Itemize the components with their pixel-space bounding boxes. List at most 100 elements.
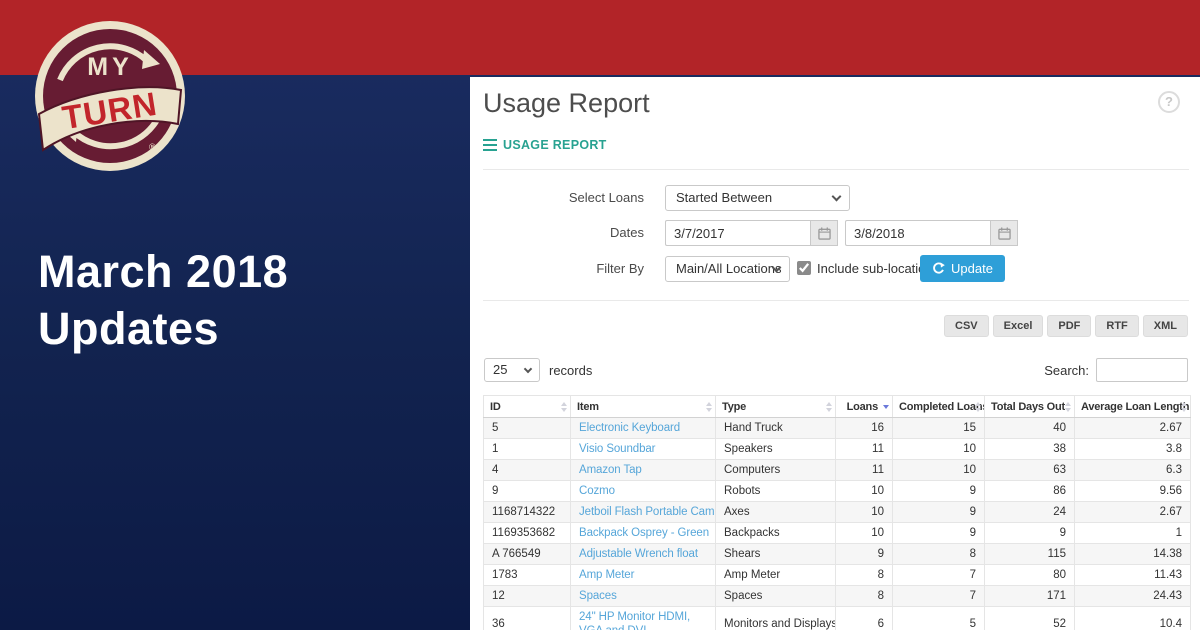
list-icon [483,139,497,151]
start-date-calendar-button[interactable] [810,220,838,246]
export-xml-button[interactable]: XML [1143,315,1188,337]
cell-id: A 766549 [484,544,571,565]
table-row: 4 Amazon Tap Computers 11 10 63 6.3 [484,460,1191,481]
filter-by-value: Main/All Locations [676,261,782,276]
cell-type: Monitors and Displays [716,607,836,630]
cell-loans: 8 [836,586,893,607]
cell-completed: 9 [893,481,985,502]
cell-loans: 6 [836,607,893,630]
usage-table: ID Item Type Loans Completed Loans Total… [483,395,1191,630]
cell-item: Adjustable Wrench float [571,544,716,565]
col-header-loans[interactable]: Loans [836,396,893,418]
cell-item: Spaces [571,586,716,607]
cell-days: 63 [985,460,1075,481]
item-link[interactable]: Amazon Tap [579,464,642,476]
calendar-icon [818,227,831,240]
cell-completed: 7 [893,586,985,607]
cell-type: Backpacks [716,523,836,544]
item-link[interactable]: Electronic Keyboard [579,422,680,434]
cell-loans: 10 [836,502,893,523]
dates-label: Dates [470,220,644,246]
page-size-dropdown[interactable]: 25 [484,358,540,382]
export-csv-button[interactable]: CSV [944,315,989,337]
sort-icon [706,402,712,412]
cell-id: 1 [484,439,571,460]
cell-days: 24 [985,502,1075,523]
cell-item: Amazon Tap [571,460,716,481]
cell-days: 80 [985,565,1075,586]
cell-item: Electronic Keyboard [571,418,716,439]
cell-avg: 14.38 [1075,544,1191,565]
col-header-total-days-out[interactable]: Total Days Out [985,396,1075,418]
end-date-group [845,220,1018,246]
cell-days: 86 [985,481,1075,502]
filter-by-label: Filter By [470,256,644,282]
include-sublocations-checkbox[interactable] [797,261,811,275]
cell-type: Axes [716,502,836,523]
sort-icon [975,402,981,412]
cell-id: 12 [484,586,571,607]
cell-loans: 10 [836,481,893,502]
filter-by-dropdown[interactable]: Main/All Locations [665,256,790,282]
records-control: 25 records [484,358,592,382]
item-link[interactable]: Cozmo [579,485,615,497]
usage-report-breadcrumb[interactable]: USAGE REPORT [483,138,607,152]
cell-completed: 15 [893,418,985,439]
logo-my-text: MY [87,53,133,81]
item-link[interactable]: Jetboil Flash Portable Camp [579,506,716,518]
help-icon[interactable]: ? [1158,91,1180,113]
cell-completed: 8 [893,544,985,565]
select-loans-dropdown[interactable]: Started Between [665,185,850,211]
item-link[interactable]: Visio Soundbar [579,443,655,455]
registered-mark: ® [149,142,156,152]
cell-avg: 24.43 [1075,586,1191,607]
col-header-item[interactable]: Item [571,396,716,418]
select-loans-value: Started Between [676,190,772,205]
cell-completed: 10 [893,460,985,481]
table-row: 36 24" HP Monitor HDMI, VGA and DVI Moni… [484,607,1191,630]
cell-avg: 1 [1075,523,1191,544]
item-link[interactable]: Amp Meter [579,569,634,581]
section-link-label: USAGE REPORT [503,138,607,152]
item-link[interactable]: Spaces [579,590,617,602]
col-header-completed-loans[interactable]: Completed Loans [893,396,985,418]
end-date-calendar-button[interactable] [990,220,1018,246]
sort-icon [1181,402,1187,412]
cell-type: Amp Meter [716,565,836,586]
divider [483,300,1189,301]
chevron-down-icon [832,192,842,202]
end-date-input[interactable] [845,220,990,246]
cell-item: 24" HP Monitor HDMI, VGA and DVI [571,607,716,630]
cell-loans: 10 [836,523,893,544]
cell-item: Cozmo [571,481,716,502]
update-button[interactable]: Update [920,255,1005,282]
col-header-id[interactable]: ID [484,396,571,418]
cell-days: 38 [985,439,1075,460]
cell-days: 9 [985,523,1075,544]
export-pdf-button[interactable]: PDF [1047,315,1091,337]
cell-completed: 10 [893,439,985,460]
col-header-type[interactable]: Type [716,396,836,418]
cell-type: Shears [716,544,836,565]
item-link[interactable]: Backpack Osprey - Green [579,527,709,539]
usage-report-panel: Usage Report ? USAGE REPORT Select Loans… [470,77,1200,630]
item-link[interactable]: Adjustable Wrench float [579,548,698,560]
item-link[interactable]: 24" HP Monitor HDMI, VGA and DVI [579,611,690,630]
cell-id: 5 [484,418,571,439]
cell-days: 52 [985,607,1075,630]
cell-avg: 3.8 [1075,439,1191,460]
cell-completed: 7 [893,565,985,586]
col-header-average-loan-length[interactable]: Average Loan Length [1075,396,1191,418]
cell-id: 1783 [484,565,571,586]
start-date-input[interactable] [665,220,810,246]
chevron-down-icon [524,365,532,373]
table-row: 1783 Amp Meter Amp Meter 8 7 80 11.43 [484,565,1191,586]
cell-item: Jetboil Flash Portable Camp [571,502,716,523]
table-row: 1168714322 Jetboil Flash Portable Camp A… [484,502,1191,523]
table-row: 9 Cozmo Robots 10 9 86 9.56 [484,481,1191,502]
export-excel-button[interactable]: Excel [993,315,1044,337]
search-input[interactable] [1096,358,1188,382]
export-rtf-button[interactable]: RTF [1095,315,1138,337]
export-buttons: CSV Excel PDF RTF XML [944,315,1188,337]
cell-loans: 9 [836,544,893,565]
